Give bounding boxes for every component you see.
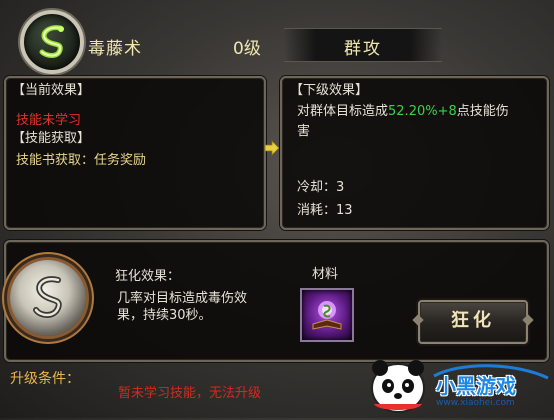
next-effect-description-line2: 害 (297, 124, 311, 139)
acquire-text: 技能书获取：任务奖励 (16, 153, 147, 168)
material-label: 材料 (312, 267, 339, 282)
cost-text: 消耗：13 (297, 203, 353, 218)
acquire-heading: 【技能获取】 (12, 131, 91, 146)
next-effect-description: 对群体目标造成52.20%+8点技能伤 (297, 103, 509, 121)
current-effect-text: 技能未学习 (16, 113, 82, 128)
berserk-desc-line2: 果，持续30秒。 (117, 308, 212, 323)
berserk-desc-line1: 几率对目标造成毒伤效 (117, 291, 248, 306)
serpent-emblem-icon (33, 276, 62, 318)
cooldown-text: 冷却：3 (297, 180, 345, 195)
skill-name: 毒藤术 (88, 39, 142, 59)
watermark-text: 小黑游戏 (436, 374, 516, 398)
purple-orb-book-icon (312, 301, 342, 330)
desc-percent: 52.20% (388, 104, 438, 119)
poison-vine-icon (39, 25, 64, 58)
skill-type: 群攻 (344, 39, 382, 59)
berserk-title: 狂化效果： (115, 269, 181, 284)
watermark-url: www.xiaohei.com (436, 398, 515, 408)
material-slot[interactable] (300, 288, 354, 342)
berserk-button[interactable]: 狂化 (418, 300, 528, 344)
arrow-right-icon (264, 140, 280, 156)
skill-level: 0级 (233, 39, 261, 59)
upgrade-condition-message: 暂未学习技能，无法升级 (118, 386, 262, 401)
current-effect-heading: 【当前效果】 (12, 83, 91, 98)
desc-prefix: 对群体目标造成 (297, 104, 389, 119)
upgrade-condition-label: 升级条件： (10, 371, 80, 387)
desc-plus: +8 (437, 104, 457, 119)
berserk-medal (10, 260, 86, 336)
desc-suffix: 点技能伤 (456, 104, 509, 119)
skill-icon-orb (20, 10, 84, 74)
site-watermark: 小黑游戏 www.xiaohei.com (364, 348, 552, 416)
next-effect-heading: 【下级效果】 (290, 83, 369, 98)
